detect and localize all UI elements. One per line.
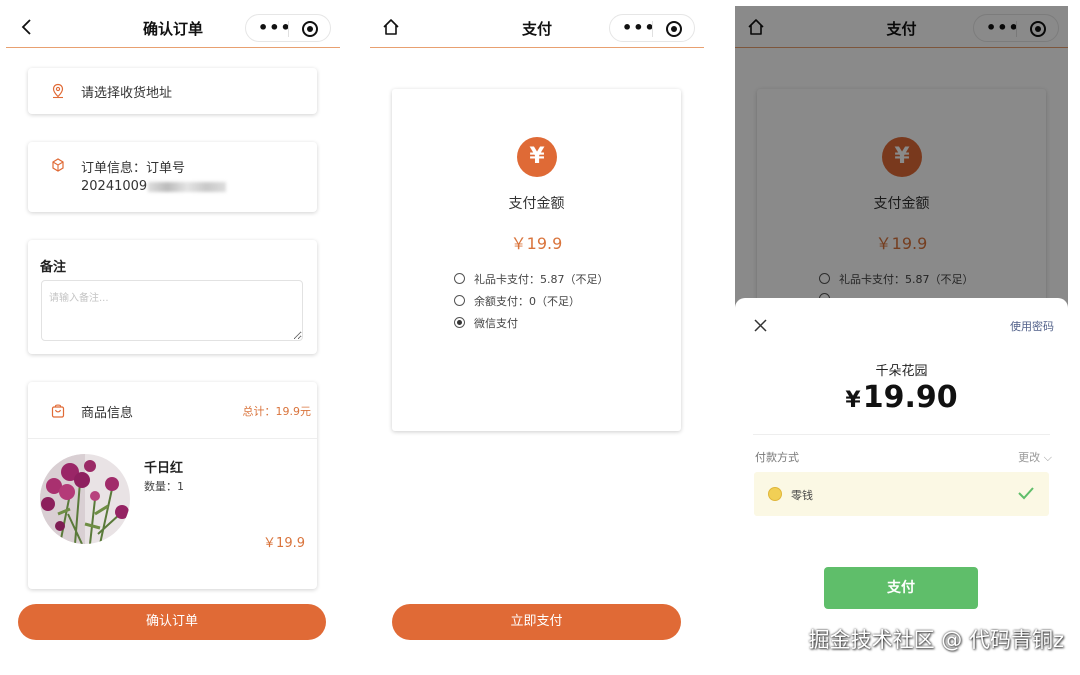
remark-input[interactable] bbox=[41, 280, 303, 341]
payment-screen: 支付 ••• ¥ 支付金额 ￥19.9 礼品卡支付：5.87（不足） 余额支付：… bbox=[370, 0, 704, 675]
pay-now-button[interactable]: 立即支付 bbox=[392, 604, 681, 640]
option-label: 余额支付：0（不足） bbox=[474, 295, 580, 308]
confirm-order-screen: 确认订单 ••• 请选择收货地址 订单信息：订单号 20241009 备注 商品… bbox=[6, 0, 340, 675]
address-label: 请选择收货地址 bbox=[81, 86, 173, 101]
payment-method-row[interactable]: 零钱 bbox=[754, 472, 1049, 516]
order-info-label: 订单信息：订单号 bbox=[81, 161, 186, 176]
goods-header: 商品信息 bbox=[81, 406, 134, 421]
mini-program-capsule: ••• bbox=[609, 14, 695, 42]
radio-icon[interactable] bbox=[454, 273, 465, 284]
wechat-pay-sheet: 使用密码 千朵花园 ¥19.90 付款方式 更改 ⌵ 零钱 支付 bbox=[735, 298, 1068, 675]
payment-method-label: 付款方式 bbox=[755, 451, 799, 464]
confirm-order-button[interactable]: 确认订单 bbox=[18, 604, 326, 640]
yen-icon: ¥ bbox=[517, 137, 557, 177]
capsule-divider bbox=[652, 21, 653, 37]
wechat-pay-screen: 支付 ••• ¥ 支付金额 ￥19.9 礼品卡支付：5.87（不足） 使用密码 … bbox=[735, 0, 1068, 675]
goods-info-card: 商品信息 总计：19.9元 千日红 数量：1 ￥19.9 bbox=[28, 382, 317, 589]
use-password-link[interactable]: 使用密码 bbox=[1010, 318, 1054, 334]
goods-name: 千日红 bbox=[144, 461, 184, 476]
pay-amount: ￥19.9 bbox=[510, 234, 563, 253]
nav-bar: 确认订单 ••• bbox=[6, 6, 340, 48]
order-number-blur bbox=[148, 182, 226, 192]
pay-amount-label: 支付金额 bbox=[508, 196, 565, 212]
merchant-name: 千朵花园 bbox=[875, 364, 928, 379]
radio-selected-icon[interactable] bbox=[454, 317, 465, 328]
nav-bar: 支付 ••• bbox=[370, 6, 704, 48]
location-pin-icon bbox=[52, 83, 64, 99]
payment-amount: ¥19.90 bbox=[735, 380, 1068, 415]
more-dots-icon[interactable]: ••• bbox=[258, 19, 292, 37]
gift-card-option[interactable]: 礼品卡支付：5.87（不足） bbox=[454, 271, 609, 287]
coin-icon bbox=[768, 487, 782, 501]
goods-total: 总计：19.9元 bbox=[242, 405, 312, 418]
order-number: 20241009 bbox=[81, 179, 148, 194]
check-icon bbox=[1018, 487, 1034, 500]
wechat-pay-button[interactable]: 支付 bbox=[824, 567, 978, 609]
bag-icon bbox=[51, 404, 65, 418]
amount-value: 19.90 bbox=[862, 380, 958, 415]
currency-symbol: ¥ bbox=[845, 388, 861, 413]
product-image[interactable] bbox=[40, 454, 130, 544]
target-icon[interactable] bbox=[665, 20, 683, 38]
divider bbox=[753, 434, 1050, 435]
goods-price: ￥19.9 bbox=[263, 536, 305, 551]
remark-card: 备注 bbox=[28, 240, 317, 354]
pay-card: ¥ 支付金额 ￥19.9 礼品卡支付：5.87（不足） 余额支付：0（不足） 微… bbox=[392, 89, 681, 431]
capsule-divider bbox=[288, 21, 289, 37]
order-info-card: 订单信息：订单号 20241009 bbox=[28, 142, 317, 212]
change-method-link[interactable]: 更改 ⌵ bbox=[1018, 449, 1052, 465]
order-icon bbox=[52, 158, 64, 172]
mini-program-capsule: ••• bbox=[245, 14, 331, 42]
wechat-pay-option[interactable]: 微信支付 bbox=[454, 315, 518, 331]
address-card[interactable]: 请选择收货地址 bbox=[28, 68, 317, 114]
payment-method-name: 零钱 bbox=[791, 489, 813, 502]
option-label: 礼品卡支付：5.87（不足） bbox=[474, 273, 609, 286]
target-icon[interactable] bbox=[301, 20, 319, 38]
more-dots-icon[interactable]: ••• bbox=[622, 19, 656, 37]
watermark: 掘金技术社区 @ 代码青铜z bbox=[808, 628, 1064, 652]
balance-option[interactable]: 余额支付：0（不足） bbox=[454, 293, 580, 309]
option-label: 微信支付 bbox=[474, 317, 518, 330]
close-icon[interactable] bbox=[753, 318, 768, 333]
goods-quantity: 数量：1 bbox=[144, 480, 184, 493]
divider bbox=[28, 438, 317, 439]
remark-title: 备注 bbox=[40, 260, 67, 275]
radio-icon[interactable] bbox=[454, 295, 465, 306]
